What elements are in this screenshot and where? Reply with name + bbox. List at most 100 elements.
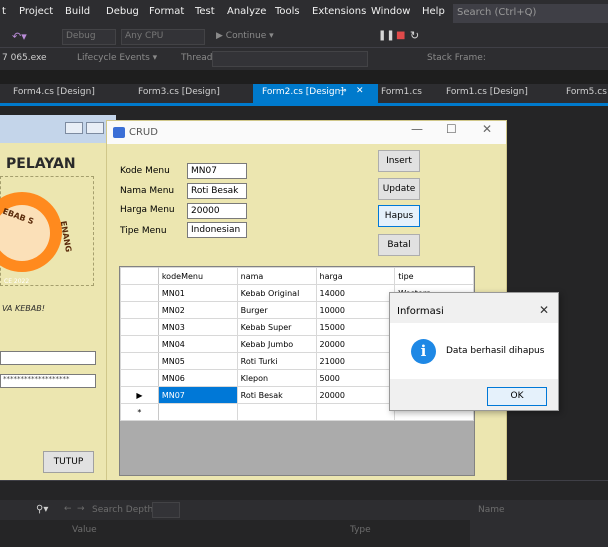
- row-header[interactable]: [120, 284, 159, 302]
- close-icon[interactable]: ✕: [539, 303, 549, 317]
- cell-nama[interactable]: Burger: [236, 301, 317, 319]
- column-header-harga[interactable]: harga: [315, 267, 396, 285]
- background-form-titlebar: [0, 115, 116, 143]
- menu-item[interactable]: t: [2, 6, 6, 17]
- tab-form3-design[interactable]: Form3.cs [Design]: [138, 87, 220, 97]
- lifecycle-events[interactable]: Lifecycle Events ▾: [77, 53, 157, 63]
- current-row-indicator[interactable]: ▶: [120, 386, 159, 404]
- tutup-button[interactable]: TUTUP: [43, 451, 94, 473]
- menu-item-analyze[interactable]: Analyze: [227, 6, 266, 17]
- row-header[interactable]: [120, 352, 159, 370]
- tipe-menu-input[interactable]: Indonesian: [187, 222, 247, 238]
- hapus-button[interactable]: Hapus: [378, 205, 420, 227]
- back-icon[interactable]: ←: [64, 504, 72, 514]
- tab-form1-design[interactable]: Form1.cs [Design]: [446, 87, 528, 97]
- insert-button[interactable]: Insert: [378, 150, 420, 172]
- cell-nama[interactable]: Roti Besak: [236, 386, 317, 404]
- cell-harga[interactable]: 20000: [315, 386, 396, 404]
- search-depth-select[interactable]: [152, 502, 180, 518]
- cell-nama[interactable]: Kebab Super: [236, 318, 317, 336]
- search-box[interactable]: Search (Ctrl+Q): [453, 4, 608, 23]
- menu-item-debug[interactable]: Debug: [106, 6, 139, 17]
- menu-item-format[interactable]: Format: [149, 6, 184, 17]
- cell-kodemenu[interactable]: MN01: [157, 284, 238, 302]
- column-header-tipe[interactable]: tipe: [394, 267, 474, 285]
- cell-nama[interactable]: Klepon: [236, 369, 317, 387]
- stop-icon[interactable]: ■: [396, 30, 405, 41]
- cell-kodemenu[interactable]: MN06: [157, 369, 238, 387]
- tab-form1[interactable]: Form1.cs: [381, 87, 422, 97]
- cell-harga[interactable]: 20000: [315, 335, 396, 353]
- cell-kodemenu[interactable]: MN05: [157, 352, 238, 370]
- cell-harga[interactable]: 14000: [315, 284, 396, 302]
- column-header-kodemenu[interactable]: kodeMenu: [157, 267, 238, 285]
- harga-menu-input[interactable]: 20000: [187, 203, 247, 219]
- debug-toolbar: ↶▾ Debug Any CPU ▶ Continue ▾ ❚❚ ■ ↻: [0, 26, 608, 48]
- logo-subtext: CE 2022: [4, 278, 30, 285]
- update-button[interactable]: Update: [378, 178, 420, 200]
- kode-menu-input[interactable]: MN07: [187, 163, 247, 179]
- cell-kodemenu[interactable]: MN07: [157, 386, 238, 404]
- menu-item-help[interactable]: Help: [422, 6, 445, 17]
- menu-item-window[interactable]: Window: [371, 6, 410, 17]
- undo-icon[interactable]: ↶▾: [12, 30, 27, 43]
- pin-icon[interactable]: ⊸: [339, 86, 347, 96]
- close-tab-icon[interactable]: ✕: [356, 86, 364, 96]
- config-select[interactable]: Debug: [62, 29, 116, 45]
- process-label[interactable]: 7 065.exe: [2, 53, 47, 63]
- maximize-icon[interactable]: [86, 122, 104, 134]
- row-header[interactable]: [120, 301, 159, 319]
- cell-nama[interactable]: Kebab Jumbo: [236, 335, 317, 353]
- cell-nama[interactable]: Kebab Original: [236, 284, 317, 302]
- cell-kodemenu[interactable]: MN03: [157, 318, 238, 336]
- nama-menu-input[interactable]: Roti Besak: [187, 183, 247, 199]
- pelayan-heading: PELAYAN: [6, 156, 76, 172]
- cell-nama[interactable]: Roti Turki: [236, 352, 317, 370]
- password-field[interactable]: *******************: [0, 374, 96, 388]
- maximize-icon[interactable]: ☐: [446, 122, 457, 136]
- platform-select[interactable]: Any CPU: [121, 29, 205, 45]
- continue-button[interactable]: ▶ Continue ▾: [216, 31, 274, 41]
- cell-harga[interactable]: 5000: [315, 369, 396, 387]
- name-column-header[interactable]: Name: [478, 505, 505, 515]
- tab-form2-design[interactable]: Form2.cs [Design]: [262, 87, 344, 97]
- tab-form4-design[interactable]: Form4.cs [Design]: [13, 87, 95, 97]
- type-column-header[interactable]: Type: [350, 525, 371, 535]
- menu-item-project[interactable]: Project: [19, 6, 53, 17]
- minimize-icon[interactable]: [65, 122, 83, 134]
- close-icon[interactable]: ✕: [482, 122, 492, 136]
- search-icon[interactable]: ⚲▾: [36, 504, 48, 515]
- new-row-indicator[interactable]: *: [120, 403, 159, 421]
- thread-select[interactable]: [212, 51, 368, 67]
- cell-kodemenu[interactable]: [157, 403, 238, 421]
- value-column-header[interactable]: Value: [72, 525, 97, 535]
- cell-harga[interactable]: 10000: [315, 301, 396, 319]
- ok-button[interactable]: OK: [487, 387, 547, 406]
- pause-icon[interactable]: ❚❚: [378, 30, 395, 41]
- tab-form5-design[interactable]: Form5.cs [D: [566, 87, 608, 97]
- menu-item-test[interactable]: Test: [195, 6, 215, 17]
- cell-harga[interactable]: 15000: [315, 318, 396, 336]
- info-icon: i: [411, 339, 436, 364]
- minimize-icon[interactable]: —: [411, 122, 423, 136]
- menu-item-build[interactable]: Build: [65, 6, 90, 17]
- restart-icon[interactable]: ↻: [410, 29, 419, 42]
- grid-header-row: kodeMenu nama harga tipe: [120, 267, 474, 285]
- username-field[interactable]: [0, 351, 96, 365]
- cell-harga[interactable]: 21000: [315, 352, 396, 370]
- menu-item-extensions[interactable]: Extensions: [312, 6, 366, 17]
- row-header[interactable]: [120, 369, 159, 387]
- batal-button[interactable]: Batal: [378, 234, 420, 256]
- stack-frame-label: Stack Frame:: [427, 53, 486, 63]
- menu-item-tools[interactable]: Tools: [275, 6, 300, 17]
- cell-harga[interactable]: [315, 403, 396, 421]
- row-header[interactable]: [120, 335, 159, 353]
- row-header[interactable]: [120, 318, 159, 336]
- column-header-nama[interactable]: nama: [236, 267, 317, 285]
- cell-nama[interactable]: [236, 403, 317, 421]
- cell-kodemenu[interactable]: MN02: [157, 301, 238, 319]
- forward-icon[interactable]: →: [77, 504, 85, 514]
- app-icon: [113, 127, 125, 138]
- cell-kodemenu[interactable]: MN04: [157, 335, 238, 353]
- kode-menu-label: Kode Menu: [120, 166, 170, 176]
